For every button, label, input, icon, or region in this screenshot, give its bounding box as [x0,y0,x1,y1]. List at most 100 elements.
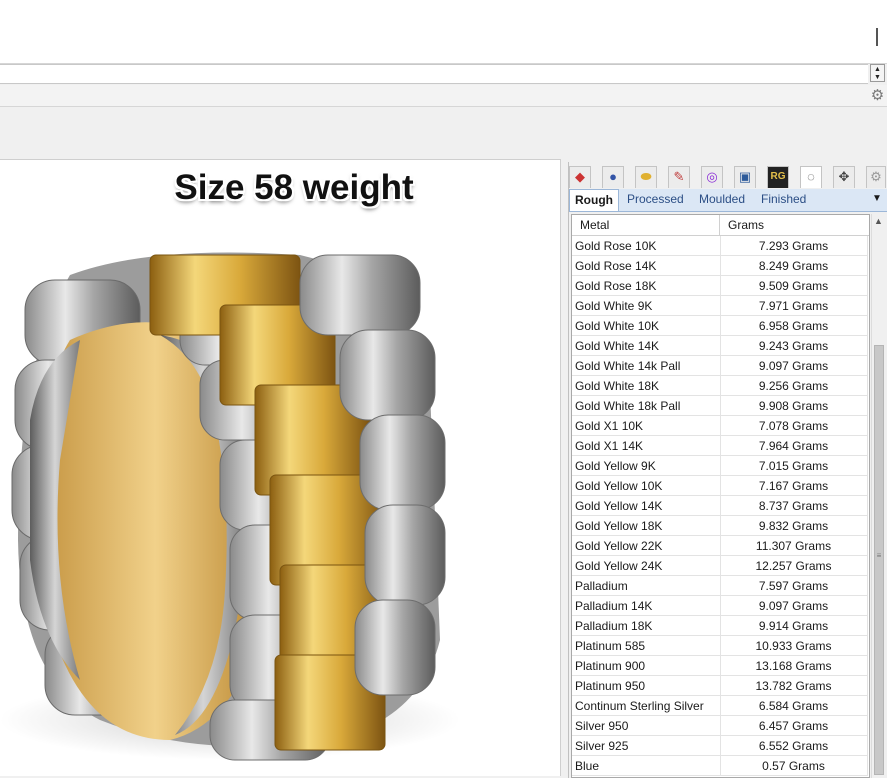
move-icon[interactable]: ✥ [833,166,855,188]
grams-cell: 10.933 Grams [720,636,868,656]
table-row[interactable]: Silver 950 6.457 Grams [572,716,868,736]
metal-cell: Platinum 950 [575,676,721,696]
ring-render [0,252,460,761]
metal-cell: Silver 950 [575,716,721,736]
table-row[interactable]: Gold X1 14K 7.964 Grams [572,436,868,456]
table-row[interactable]: Gold X1 10K 7.078 Grams [572,416,868,436]
grams-cell: 9.097 Grams [720,356,868,376]
tab-rough[interactable]: Rough [569,189,619,211]
metal-cell: Palladium 18K [575,616,721,636]
table-row[interactable]: Gold Yellow 18K 9.832 Grams [572,516,868,536]
grams-cell: 7.078 Grams [720,416,868,436]
scroll-up-icon[interactable]: ▲ [874,216,883,226]
metal-cell: Gold X1 14K [575,436,721,456]
toolbar-strip [0,85,887,107]
scroll-thumb[interactable]: ≡ [874,345,884,775]
command-input[interactable] [0,64,868,84]
metal-weight-table[interactable]: Metal Grams Gold Rose 10K 7.293 Grams Gold… [571,214,870,778]
grams-cell: 0.57 Grams [720,756,868,776]
table-row[interactable]: Palladium 7.597 Grams [572,576,868,596]
spin-down-icon[interactable]: ▼ [873,74,882,81]
table-row[interactable]: Gold White 18k Pall 9.908 Grams [572,396,868,416]
table-row[interactable]: Platinum 900 13.168 Grams [572,656,868,676]
table-row[interactable]: Platinum 950 13.782 Grams [572,676,868,696]
render-viewport[interactable]: Size 58 weight [0,159,561,776]
table-row[interactable]: Gold Yellow 10K 7.167 Grams [572,476,868,496]
grams-cell: 13.782 Grams [720,676,868,696]
metal-cell: Gold X1 10K [575,416,721,436]
grams-cell: 8.249 Grams [720,256,868,276]
metal-cell: Gold Yellow 22K [575,536,721,556]
render-icon[interactable]: ▣ [734,166,756,188]
grams-cell: 8.737 Grams [720,496,868,516]
table-row[interactable]: Platinum 585 10.933 Grams [572,636,868,656]
table-scrollbar[interactable]: ▲ ≡ [871,214,886,778]
grams-cell: 9.097 Grams [720,596,868,616]
column-header-grams[interactable]: Grams [720,215,868,235]
rg-icon[interactable]: RG [767,166,789,188]
material-icon[interactable]: ◆ [569,166,591,188]
grams-cell: 7.167 Grams [720,476,868,496]
table-row[interactable]: Gold White 14k Pall 9.097 Grams [572,356,868,376]
table-row[interactable]: Gold Yellow 24K 12.257 Grams [572,556,868,576]
grams-cell: 7.964 Grams [720,436,868,456]
table-row[interactable]: Silver 925 6.552 Grams [572,736,868,756]
grams-cell: 9.832 Grams [720,516,868,536]
color-wheel-icon[interactable]: ◎ [701,166,723,188]
grams-cell: 7.971 Grams [720,296,868,316]
table-row[interactable]: Gold White 14K 9.243 Grams [572,336,868,356]
metal-cell: Gold Rose 10K [575,236,721,256]
tab-finished[interactable]: Finished [761,192,806,206]
metal-cell: Platinum 900 [575,656,721,676]
table-row[interactable]: Gold White 9K 7.971 Grams [572,296,868,316]
metal-cell: Gold White 9K [575,296,721,316]
table-row[interactable]: Gold Yellow 22K 11.307 Grams [572,536,868,556]
settings-icon[interactable]: ⚙ [866,166,886,188]
metal-cell: Gold White 10K [575,316,721,336]
tabs-dropdown-icon[interactable]: ▼ [872,193,882,204]
column-header-metal[interactable]: Metal [572,215,720,235]
weight-panel: ◆ ● ⬬ ✎ ◎ ▣ RG ◌ ✥ ⚙ Rough Processed Mou… [568,162,887,778]
grams-cell: 7.597 Grams [720,576,868,596]
toolbar-area [0,107,887,159]
gem-icon[interactable]: ⬬ [635,166,657,188]
panel-tab-icons: ◆ ● ⬬ ✎ ◎ ▣ RG ◌ ✥ ⚙ [569,164,887,190]
tab-processed[interactable]: Processed [627,192,684,206]
grams-cell: 9.243 Grams [720,336,868,356]
metal-cell: Gold Yellow 18K [575,516,721,536]
grams-cell: 6.958 Grams [720,316,868,336]
grams-cell: 7.293 Grams [720,236,868,256]
command-spin-control[interactable]: ▲ ▼ [870,64,885,82]
grams-cell: 13.168 Grams [720,656,868,676]
table-row[interactable]: Gold Rose 18K 9.509 Grams [572,276,868,296]
metal-cell: Gold White 18K [575,376,721,396]
ring-size-icon[interactable]: ◌ [800,166,822,188]
table-row[interactable]: Gold Yellow 14K 8.737 Grams [572,496,868,516]
text-cursor [876,28,878,46]
metal-cell: Gold White 14K [575,336,721,356]
table-row[interactable]: Gold White 10K 6.958 Grams [572,316,868,336]
table-row[interactable]: Gold White 18K 9.256 Grams [572,376,868,396]
paint-icon[interactable]: ✎ [668,166,690,188]
metal-cell: Gold Rose 18K [575,276,721,296]
weight-tabs: Rough Processed Moulded Finished ▼ [569,189,887,212]
table-row[interactable]: Blue 0.57 Grams [572,756,868,776]
sphere-icon[interactable]: ● [602,166,624,188]
grams-cell: 6.552 Grams [720,736,868,756]
table-row[interactable]: Gold Rose 14K 8.249 Grams [572,256,868,276]
spin-up-icon[interactable]: ▲ [873,66,882,73]
metal-cell: Blue [575,756,721,776]
metal-cell: Gold White 18k Pall [575,396,721,416]
metal-cell: Gold Yellow 9K [575,456,721,476]
table-row[interactable]: Gold Rose 10K 7.293 Grams [572,236,868,256]
table-row[interactable]: Palladium 14K 9.097 Grams [572,596,868,616]
metal-cell: Platinum 585 [575,636,721,656]
tab-moulded[interactable]: Moulded [699,192,745,206]
grams-cell: 7.015 Grams [720,456,868,476]
table-row[interactable]: Gold Yellow 9K 7.015 Grams [572,456,868,476]
viewport-title: Size 58 weight [174,168,414,207]
table-row[interactable]: Continum Sterling Silver 6.584 Grams [572,696,868,716]
table-header: Metal Grams [572,215,869,236]
table-row[interactable]: Palladium 18K 9.914 Grams [572,616,868,636]
gear-icon[interactable]: ⚙ [870,88,885,103]
